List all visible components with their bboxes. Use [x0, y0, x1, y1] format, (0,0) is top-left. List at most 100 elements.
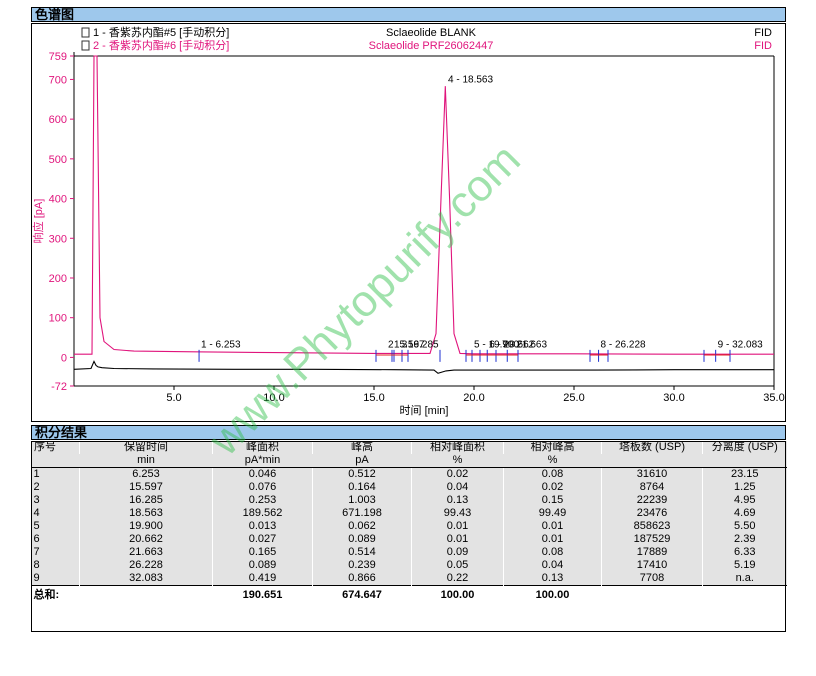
table-cell: 16.285: [79, 494, 213, 507]
total-cell: [702, 585, 787, 604]
table-cell: 0.13: [503, 572, 602, 586]
peak-label: 16.285: [408, 340, 439, 351]
legend-swatch-1: [81, 27, 90, 38]
table-row: 2 15.597 0.076 0.164 0.04 0.02 8764 1.25: [31, 481, 787, 494]
table-cell: 17410: [601, 559, 703, 572]
table-row: 4 18.563 189.562 671.198 99.43 99.49 23476 4.69: [31, 507, 787, 520]
y-axis-label: 响应 [pA]: [32, 199, 45, 244]
table-cell: 22239: [601, 494, 703, 507]
table-row: 9 32.083 0.419 0.866 0.22 0.13 7708 n.a.: [31, 572, 787, 586]
table-cell: 26.228: [79, 559, 213, 572]
total-cell: [79, 585, 213, 604]
table-cell: 0.01: [411, 533, 504, 546]
x-tick-label: 25.0: [563, 392, 584, 404]
table-cell: 0.164: [312, 481, 412, 494]
table-cell: 0.089: [212, 559, 313, 572]
table-cell: 0.866: [312, 572, 412, 586]
table-cell: 0.13: [411, 494, 504, 507]
table-cell: 21.663: [79, 546, 213, 559]
column-unit: %: [411, 454, 504, 468]
legend-label-1: 1 - 香紫苏内酯#5 [手动积分]: [93, 25, 229, 39]
table-cell: 0.01: [503, 520, 602, 533]
peak-label: 8 - 26.228: [601, 340, 646, 351]
total-cell: 100.00: [503, 585, 602, 604]
table-cell: 0.04: [503, 559, 602, 572]
y-tick-label: 500: [49, 154, 67, 166]
table-cell: 18.563: [79, 507, 213, 520]
table-cell: 1.25: [702, 481, 787, 494]
table-cell: 7708: [601, 572, 703, 586]
table-cell: 0.076: [212, 481, 313, 494]
table-cell: 0.02: [411, 467, 504, 481]
column-unit: [31, 454, 80, 468]
table-cell: 0.01: [503, 533, 602, 546]
table-cell: 0.253: [212, 494, 313, 507]
table-cell: 1: [31, 467, 80, 481]
table-cell: 3: [31, 494, 80, 507]
legend-detector-1: FID: [754, 27, 772, 39]
table-cell: 0.512: [312, 467, 412, 481]
legend-sample-1: Sclaeolide BLANK: [386, 27, 477, 39]
total-cell: 总和:: [31, 585, 80, 604]
table-cell: 8764: [601, 481, 703, 494]
table-cell: 0.419: [212, 572, 313, 586]
legend-label-2: 2 - 香紫苏内酯#6 [手动积分]: [93, 38, 229, 52]
table-cell: 0.22: [411, 572, 504, 586]
table-cell: 0.089: [312, 533, 412, 546]
column-header: 保留时间: [79, 441, 213, 454]
table-cell: 6: [31, 533, 80, 546]
table-cell: 4.69: [702, 507, 787, 520]
peak-label: 4 - 18.563: [448, 74, 493, 85]
legend-detector-2: FID: [754, 40, 772, 52]
series-line-1: [74, 360, 774, 374]
column-header: 分离度 (USP): [702, 441, 787, 454]
table-cell: 6.253: [79, 467, 213, 481]
table-row: 5 19.900 0.013 0.062 0.01 0.01 858623 5.50: [31, 520, 787, 533]
legend-sample-2: Sclaeolide PRF26062447: [369, 40, 494, 52]
total-cell: 100.00: [411, 585, 504, 604]
table-cell: 20.662: [79, 533, 213, 546]
table-cell: 0.013: [212, 520, 313, 533]
x-tick-label: 30.0: [663, 392, 684, 404]
table-cell: 19.900: [79, 520, 213, 533]
y-tick-label: 600: [49, 114, 67, 126]
column-unit: %: [503, 454, 602, 468]
table-cell: 6.33: [702, 546, 787, 559]
table-cell: 0.046: [212, 467, 313, 481]
table-cell: 8: [31, 559, 80, 572]
x-tick-label: 35.0: [763, 392, 784, 404]
table-cell: 99.49: [503, 507, 602, 520]
table-cell: 0.514: [312, 546, 412, 559]
table-cell: 32.083: [79, 572, 213, 586]
table-cell: 0.027: [212, 533, 313, 546]
table-row: 8 26.228 0.089 0.239 0.05 0.04 17410 5.19: [31, 559, 787, 572]
table-cell: 5.50: [702, 520, 787, 533]
table-cell: 1.003: [312, 494, 412, 507]
table-cell: 2: [31, 481, 80, 494]
table-cell: 9: [31, 572, 80, 586]
table-row: 6 20.662 0.027 0.089 0.01 0.01 187529 2.39: [31, 533, 787, 546]
total-cell: 674.647: [312, 585, 412, 604]
column-unit: pA: [312, 454, 412, 468]
column-header: 峰高: [312, 441, 412, 454]
table-cell: 0.01: [411, 520, 504, 533]
table-cell: 99.43: [411, 507, 504, 520]
x-tick-label: 15.0: [363, 392, 384, 404]
peak-label: 7 - 21.663: [502, 340, 547, 351]
table-row: 3 16.285 0.253 1.003 0.13 0.15 22239 4.95: [31, 494, 787, 507]
y-tick-label: -72: [51, 381, 67, 393]
legend-swatch-2: [81, 40, 90, 51]
table-cell: 0.08: [503, 467, 602, 481]
table-cell: 23.15: [702, 467, 787, 481]
x-tick-label: 20.0: [463, 392, 484, 404]
table-cell: 0.08: [503, 546, 602, 559]
table-row: 7 21.663 0.165 0.514 0.09 0.08 17889 6.33: [31, 546, 787, 559]
table-cell: 7: [31, 546, 80, 559]
integration-results-table: 序号 保留时间 峰面积 峰高 相对峰面积 相对峰高 塔板数 (USP) 分离度 (USP) mi…: [31, 441, 787, 604]
y-tick-label: 100: [49, 313, 67, 325]
column-unit: [601, 454, 703, 468]
table-cell: 17889: [601, 546, 703, 559]
column-unit: [702, 454, 787, 468]
table-cell: 0.09: [411, 546, 504, 559]
column-header: 序号: [31, 441, 80, 454]
